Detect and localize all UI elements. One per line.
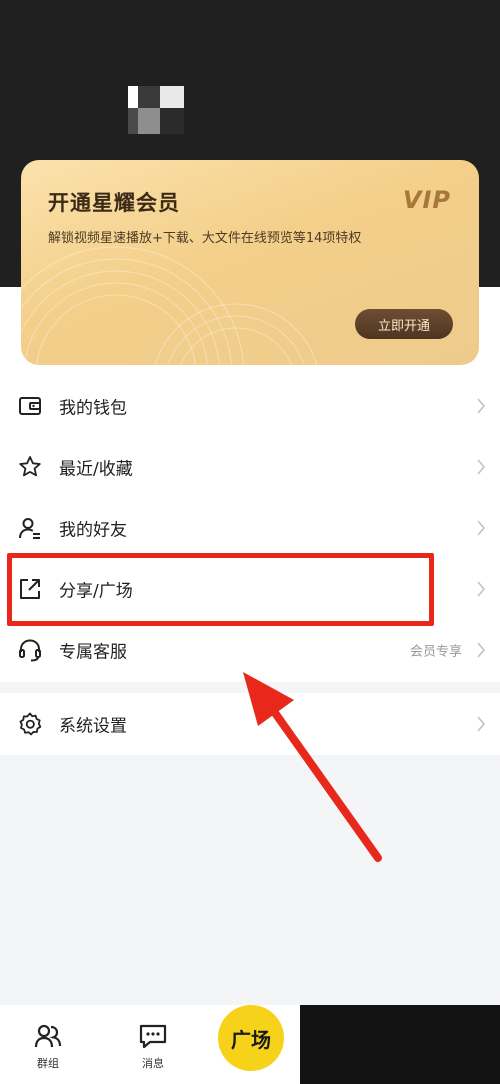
menu-item-settings[interactable]: 系统设置 [0, 694, 500, 754]
message-icon [139, 1024, 167, 1049]
star-icon [19, 456, 41, 477]
avatar-pixel [128, 86, 138, 108]
wallet-icon [19, 397, 41, 415]
group-icon [34, 1024, 62, 1048]
avatar-pixel [160, 108, 184, 134]
member-exclusive-badge: 会员专享 [409, 644, 462, 660]
avatar-pixel [160, 86, 184, 108]
menu-label-favorites: 最近/收藏 [59, 459, 133, 480]
vip-title: 开通星耀会员 [48, 191, 180, 215]
tab-group[interactable]: 群组 [34, 1023, 62, 1071]
vip-card[interactable]: 开通星耀会员 解锁视频星速播放+下载、大文件在线预览等14项特权 VIP 立即开… [21, 160, 479, 365]
chevron-right-icon [477, 716, 486, 732]
avatar-pixel [128, 108, 138, 134]
chevron-right-icon [477, 642, 486, 658]
headset-icon [19, 639, 41, 662]
chevron-right-icon [477, 520, 486, 536]
highlight-box [7, 553, 434, 626]
avatar-pixel [138, 108, 160, 134]
chevron-right-icon [477, 581, 486, 597]
menu-label-service: 专属客服 [59, 642, 127, 663]
vip-logo: VIP [402, 186, 451, 214]
vip-subtitle: 解锁视频星速播放+下载、大文件在线预览等14项特权 [48, 231, 362, 246]
menu-label-settings: 系统设置 [59, 716, 127, 737]
gear-icon [19, 712, 42, 736]
menu-item-favorites[interactable]: 最近/收藏 [0, 437, 500, 497]
user-icon [19, 518, 40, 539]
tab-label-message: 消息 [142, 1057, 164, 1070]
open-vip-button[interactable]: 立即开通 [355, 309, 453, 339]
tab-label-group: 群组 [37, 1057, 59, 1070]
menu-item-service[interactable]: 专属客服 会员专享 [0, 620, 500, 680]
tab-message[interactable]: 消息 [138, 1023, 168, 1071]
tab-plaza-button[interactable]: 广场 [218, 1005, 284, 1071]
avatar-pixel [138, 86, 160, 108]
menu-label-wallet: 我的钱包 [59, 398, 127, 419]
chevron-right-icon [477, 459, 486, 475]
avatar[interactable] [128, 86, 184, 134]
menu-item-wallet[interactable]: 我的钱包 [0, 376, 500, 436]
chevron-right-icon [477, 398, 486, 414]
menu-item-friends[interactable]: 我的好友 [0, 498, 500, 558]
menu-label-friends: 我的好友 [59, 520, 127, 541]
bottom-nav-dark-area [300, 1005, 500, 1084]
